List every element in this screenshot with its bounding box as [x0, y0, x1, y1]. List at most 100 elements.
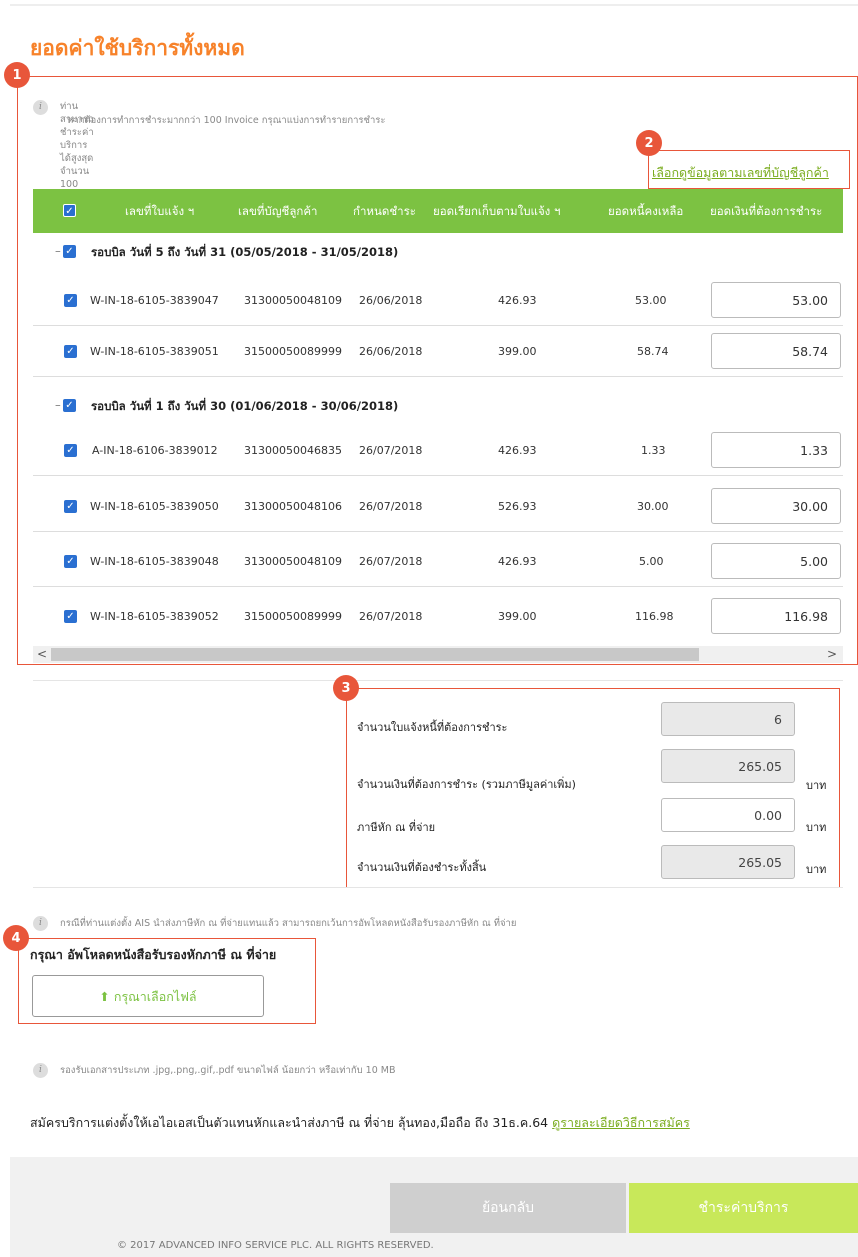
withholding-tax-input[interactable]: 0.00	[661, 798, 795, 832]
remaining-amount: 53.00	[635, 294, 667, 307]
table-row: ✓ A-IN-18-6106-3839012 31300050046835 26…	[33, 426, 843, 476]
row-checkbox[interactable]: ✓	[64, 294, 77, 307]
select-all-checkbox[interactable]: ✓	[63, 204, 76, 217]
withholding-unit: บาท	[806, 821, 827, 834]
account-no: 31300050048106	[244, 500, 342, 513]
pay-button[interactable]: ชำระค่าบริการ	[629, 1183, 858, 1233]
service-promo: สมัครบริการแต่งตั้งให้เอไอเอสเป็นตัวแทนห…	[30, 1113, 690, 1133]
bill-cycle-group: – ✓ รอบบิล วันที่ 5 ถึง วันที่ 31 (05/05…	[33, 236, 843, 266]
pay-amount-input[interactable]: 1.33	[711, 432, 841, 468]
remaining-amount: 5.00	[639, 555, 664, 568]
back-button[interactable]: ย้อนกลับ	[390, 1183, 626, 1233]
total-label: จำนวนเงินที่ต้องชำระทั้งสิ้น	[357, 861, 487, 874]
withholding-tax-label: ภาษีหัก ณ ที่จ่าย	[357, 821, 436, 834]
pay-amount-input[interactable]: 30.00	[711, 488, 841, 524]
due-date: 26/07/2018	[359, 555, 423, 568]
upload-title: กรุณา อัพโหลดหนังสือรับรองหักภาษี ณ ที่จ…	[30, 947, 277, 962]
group-checkbox[interactable]: ✓	[63, 399, 76, 412]
pay-amount-input[interactable]: 5.00	[711, 543, 841, 579]
col-remaining: ยอดหนี้คงเหลือ	[608, 204, 684, 218]
table-row: ✓ W-IN-18-6105-3839051 31500050089999 26…	[33, 327, 843, 377]
col-invoice-no: เลขที่ใบแจ้ง ฯ	[125, 204, 195, 218]
remaining-amount: 1.33	[641, 444, 666, 457]
invoice-count-value: 6	[661, 702, 795, 736]
info-icon: i	[33, 100, 48, 115]
total-value: 265.05	[661, 845, 795, 879]
collapse-toggle[interactable]: –	[55, 398, 61, 412]
info-icon: i	[33, 1063, 48, 1078]
due-date: 26/06/2018	[359, 294, 423, 307]
billed-amount: 426.93	[498, 555, 537, 568]
account-no: 31300050048109	[244, 555, 342, 568]
remaining-amount: 116.98	[635, 610, 674, 623]
row-checkbox[interactable]: ✓	[64, 610, 77, 623]
upload-icon: ⬆	[99, 989, 110, 1004]
divider	[33, 887, 843, 888]
remaining-amount: 58.74	[637, 345, 669, 358]
row-checkbox[interactable]: ✓	[64, 345, 77, 358]
billed-amount: 426.93	[498, 294, 537, 307]
file-types-note: i รองรับเอกสารประเภท .jpg,.png,.gif,.pdf…	[33, 1063, 396, 1078]
col-account-no: เลขที่บัญชีลูกค้า	[238, 204, 318, 218]
billed-amount: 399.00	[498, 610, 537, 623]
choose-file-button[interactable]: ⬆ กรุณาเลือกไฟล์	[32, 975, 264, 1017]
scroll-left-arrow-icon[interactable]: <	[37, 646, 47, 663]
withholding-note: i กรณีที่ท่านแต่งตั้ง AIS นำส่งภาษีหัก ณ…	[33, 916, 516, 931]
row-checkbox[interactable]: ✓	[64, 444, 77, 457]
select-by-account-link[interactable]: เลือกดูข้อมูลตามเลขที่บัญชีลูกค้า	[652, 163, 829, 183]
table-horizontal-scrollbar[interactable]: < >	[33, 646, 843, 663]
top-divider	[10, 4, 858, 6]
invoice-no: W-IN-18-6105-3839047	[90, 294, 219, 307]
invoice-limit-line2: หากต้องการทำการชำระมากกว่า 100 Invoice ก…	[67, 115, 386, 126]
pay-amount-input[interactable]: 53.00	[711, 282, 841, 318]
row-checkbox[interactable]: ✓	[64, 500, 77, 513]
due-date: 26/07/2018	[359, 500, 423, 513]
divider	[33, 680, 843, 681]
pay-amount-input[interactable]: 58.74	[711, 333, 841, 369]
due-date: 26/06/2018	[359, 345, 423, 358]
bill-cycle-group: – ✓ รอบบิล วันที่ 1 ถึง วันที่ 30 (01/06…	[33, 390, 843, 420]
invoice-no: W-IN-18-6105-3839050	[90, 500, 219, 513]
billed-amount: 399.00	[498, 345, 537, 358]
invoice-no: W-IN-18-6105-3839048	[90, 555, 219, 568]
col-pay-amount: ยอดเงินที่ต้องการชำระ	[710, 204, 823, 218]
row-checkbox[interactable]: ✓	[64, 555, 77, 568]
invoice-no: W-IN-18-6105-3839051	[90, 345, 219, 358]
account-no: 31300050048109	[244, 294, 342, 307]
invoice-no: A-IN-18-6106-3839012	[92, 444, 218, 457]
collapse-toggle[interactable]: –	[55, 244, 61, 258]
service-details-link[interactable]: ดูรายละเอียดวิธีการสมัคร	[552, 1115, 690, 1130]
account-no: 31300050046835	[244, 444, 342, 457]
annotation-badge-2: 2	[636, 130, 662, 156]
file-types-note-text: รองรับเอกสารประเภท .jpg,.png,.gif,.pdf ข…	[60, 1065, 396, 1076]
bill-cycle-label: รอบบิล วันที่ 1 ถึง วันที่ 30 (01/06/201…	[91, 399, 399, 413]
amount-unit: บาท	[806, 779, 827, 792]
bill-cycle-label: รอบบิล วันที่ 5 ถึง วันที่ 31 (05/05/201…	[91, 245, 399, 259]
table-header: ✓ เลขที่ใบแจ้ง ฯ เลขที่บัญชีลูกค้า กำหนด…	[33, 189, 843, 233]
annotation-badge-1: 1	[4, 62, 30, 88]
table-row: ✓ W-IN-18-6105-3839052 31500050089999 26…	[33, 592, 843, 642]
scroll-right-arrow-icon[interactable]: >	[827, 646, 837, 663]
pay-amount-input[interactable]: 116.98	[711, 598, 841, 634]
billed-amount: 426.93	[498, 444, 537, 457]
amount-label: จำนวนเงินที่ต้องการชำระ (รวมภาษีมูลค่าเพ…	[357, 778, 576, 791]
table-row: ✓ W-IN-18-6105-3839047 31300050048109 26…	[33, 276, 843, 326]
group-checkbox[interactable]: ✓	[63, 245, 76, 258]
annotation-badge-4: 4	[3, 925, 29, 951]
col-due-date: กำหนดชำระ	[353, 204, 416, 218]
table-row: ✓ W-IN-18-6105-3839050 31300050048106 26…	[33, 482, 843, 532]
annotation-badge-3: 3	[333, 675, 359, 701]
invoice-no: W-IN-18-6105-3839052	[90, 610, 219, 623]
account-no: 31500050089999	[244, 345, 342, 358]
service-promo-text: สมัครบริการแต่งตั้งให้เอไอเอสเป็นตัวแทนห…	[30, 1115, 549, 1130]
page-title: ยอดค่าใช้บริการทั้งหมด	[30, 36, 245, 60]
amount-value: 265.05	[661, 749, 795, 783]
withholding-note-text: กรณีที่ท่านแต่งตั้ง AIS นำส่งภาษีหัก ณ ท…	[60, 918, 517, 929]
table-row: ✓ W-IN-18-6105-3839048 31300050048109 26…	[33, 537, 843, 587]
due-date: 26/07/2018	[359, 444, 423, 457]
info-icon: i	[33, 916, 48, 931]
copyright: © 2017 ADVANCED INFO SERVICE PLC. ALL RI…	[117, 1240, 434, 1251]
remaining-amount: 30.00	[637, 500, 669, 513]
payment-summary-page: ยอดค่าใช้บริการทั้งหมด 1 i ท่านสามารถชำร…	[0, 0, 858, 1257]
scrollbar-thumb[interactable]	[51, 648, 699, 661]
